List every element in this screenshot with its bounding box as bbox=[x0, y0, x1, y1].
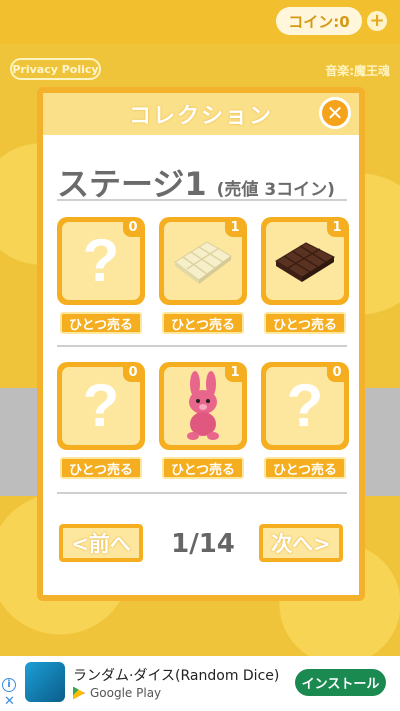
sell-one-button[interactable]: ひとつ売る bbox=[162, 312, 244, 334]
item-tile[interactable]: 1 bbox=[159, 217, 247, 305]
item-count: 0 bbox=[123, 219, 143, 237]
item-count: 0 bbox=[123, 364, 143, 382]
stage-sell-price: (売値 3コイン) bbox=[216, 180, 335, 200]
sell-one-button[interactable]: ひとつ売る bbox=[264, 457, 346, 479]
item-tile[interactable]: 1 bbox=[159, 362, 247, 450]
item-tile[interactable]: ? 0 bbox=[57, 217, 145, 305]
google-play-icon bbox=[73, 686, 85, 700]
install-button[interactable]: インストール bbox=[295, 669, 386, 696]
item-count: 1 bbox=[327, 219, 347, 237]
pink-bunny-plush-icon bbox=[187, 371, 219, 440]
collection-item: ? 0 ひとつ売る bbox=[57, 217, 145, 334]
plus-icon[interactable]: + bbox=[367, 11, 387, 31]
info-icon[interactable]: i bbox=[2, 678, 16, 692]
dialog-title: コレクション bbox=[128, 104, 273, 129]
item-count: 1 bbox=[225, 219, 245, 237]
sell-one-button[interactable]: ひとつ売る bbox=[60, 457, 142, 479]
collection-item: 1 ひとつ売る bbox=[159, 217, 247, 334]
app-icon[interactable] bbox=[25, 662, 65, 702]
prev-page-button[interactable]: <前へ bbox=[59, 524, 143, 562]
sell-one-button[interactable]: ひとつ売る bbox=[264, 312, 346, 334]
collection-dialog: コレクション ✕ ステージ1 (売値 3コイン) ? 0 ひとつ売る 1 ひとつ… bbox=[37, 87, 365, 601]
ad-title[interactable]: ランダム·ダイス(Random Dice) bbox=[73, 665, 279, 685]
sell-one-button[interactable]: ひとつ売る bbox=[162, 457, 244, 479]
close-button[interactable]: ✕ bbox=[319, 97, 351, 129]
store-label: Google Play bbox=[73, 686, 161, 700]
collection-item: 1 ひとつ売る bbox=[159, 362, 247, 479]
collection-item: ? 0 ひとつ売る bbox=[57, 362, 145, 479]
question-mark-icon: ? bbox=[82, 227, 120, 294]
privacy-policy-button[interactable]: Privacy Policy bbox=[10, 58, 101, 80]
item-count: 0 bbox=[327, 364, 347, 382]
next-page-button[interactable]: 次へ> bbox=[259, 524, 343, 562]
divider bbox=[57, 199, 347, 201]
page-indicator: 1/14 bbox=[171, 529, 235, 559]
question-mark-icon: ? bbox=[82, 372, 120, 439]
dialog-header: コレクション bbox=[43, 93, 359, 135]
question-mark-icon: ? bbox=[286, 372, 324, 439]
item-tile[interactable]: 1 bbox=[261, 217, 349, 305]
store-name: Google Play bbox=[90, 686, 162, 700]
item-count: 1 bbox=[225, 364, 245, 382]
dark-chocolate-icon bbox=[275, 242, 336, 282]
item-tile[interactable]: ? 0 bbox=[261, 362, 349, 450]
collection-item: ? 0 ひとつ売る bbox=[261, 362, 349, 479]
close-icon: ✕ bbox=[326, 101, 344, 125]
divider bbox=[57, 345, 347, 347]
coin-counter: コイン:0 bbox=[276, 7, 362, 35]
white-chocolate-icon bbox=[174, 241, 232, 284]
music-credit: 音楽:魔王魂 bbox=[325, 64, 390, 78]
sell-one-button[interactable]: ひとつ売る bbox=[60, 312, 142, 334]
divider bbox=[57, 492, 347, 494]
close-icon[interactable]: ✕ bbox=[4, 694, 15, 709]
item-tile[interactable]: ? 0 bbox=[57, 362, 145, 450]
collection-item: 1 ひとつ売る bbox=[261, 217, 349, 334]
